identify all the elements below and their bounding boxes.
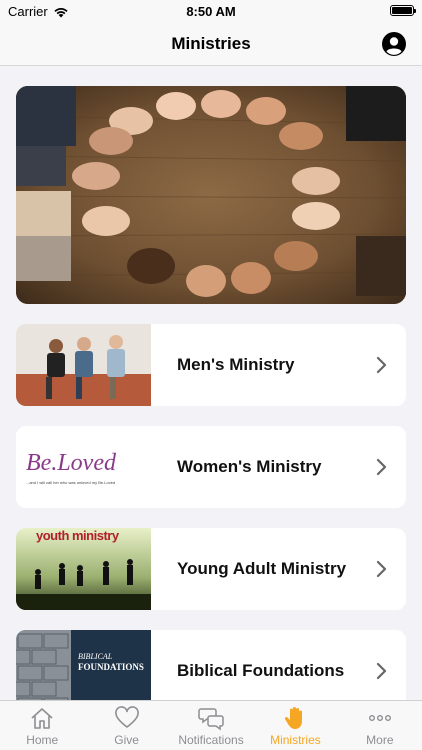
chevron-right-icon bbox=[376, 560, 387, 578]
chevron-right-icon bbox=[376, 458, 387, 476]
youth-ministry-text: youth ministry bbox=[36, 528, 119, 543]
hands-circle-photo bbox=[16, 86, 406, 304]
ministry-label: Biblical Foundations bbox=[177, 661, 345, 680]
tab-label: More bbox=[366, 733, 394, 747]
tab-ministries[interactable]: Ministries bbox=[253, 701, 337, 750]
battery-icon bbox=[390, 5, 416, 16]
beloved-logo-text: Be.Loved bbox=[26, 450, 116, 476]
house-icon bbox=[31, 708, 53, 729]
chevron-right-icon bbox=[376, 356, 387, 374]
hand-icon bbox=[285, 707, 303, 729]
tab-more[interactable]: More bbox=[338, 701, 422, 750]
chevron-right-icon bbox=[376, 662, 387, 680]
tab-give[interactable]: Give bbox=[84, 701, 168, 750]
tab-label: Notifications bbox=[178, 733, 244, 747]
ministry-card-young-adult[interactable]: youth ministry Young Adult Ministry bbox=[16, 528, 406, 610]
tab-label: Home bbox=[26, 733, 59, 747]
status-bar: Carrier 8:50 AM bbox=[0, 0, 422, 22]
navigation-bar: Ministries bbox=[0, 22, 422, 66]
tab-label: Ministries bbox=[270, 733, 321, 747]
beloved-logo-thumb: Be.Loved ...and I will call her who was … bbox=[16, 426, 151, 508]
beloved-caption: ...and I will call her who was unloved m… bbox=[26, 480, 116, 485]
tab-label: Give bbox=[114, 733, 139, 747]
biblical-text: BIBLICAL bbox=[78, 652, 113, 661]
tab-notifications[interactable]: Notifications bbox=[169, 701, 253, 750]
ministry-card-womens[interactable]: Be.Loved ...and I will call her who was … bbox=[16, 426, 406, 508]
heart-icon bbox=[114, 706, 139, 728]
person-circle-icon[interactable] bbox=[382, 32, 406, 56]
youth-ministry-thumb: youth ministry bbox=[16, 528, 151, 610]
ellipsis-icon bbox=[368, 714, 391, 721]
men-group-photo bbox=[16, 324, 151, 406]
hero-image bbox=[16, 86, 406, 304]
status-time: 8:50 AM bbox=[186, 4, 236, 19]
tab-home[interactable]: Home bbox=[0, 701, 84, 750]
foundations-text: FOUNDATIONS bbox=[78, 662, 144, 672]
ministry-label: Women's Ministry bbox=[177, 457, 322, 476]
tab-bar: Home Give Notifications Ministries More bbox=[0, 700, 422, 750]
chat-bubbles-icon bbox=[198, 708, 224, 731]
ministry-card-mens[interactable]: Men's Ministry bbox=[16, 324, 406, 406]
ministry-label: Men's Ministry bbox=[177, 355, 295, 374]
page-title: Ministries bbox=[171, 34, 251, 53]
ministry-label: Young Adult Ministry bbox=[177, 559, 347, 578]
